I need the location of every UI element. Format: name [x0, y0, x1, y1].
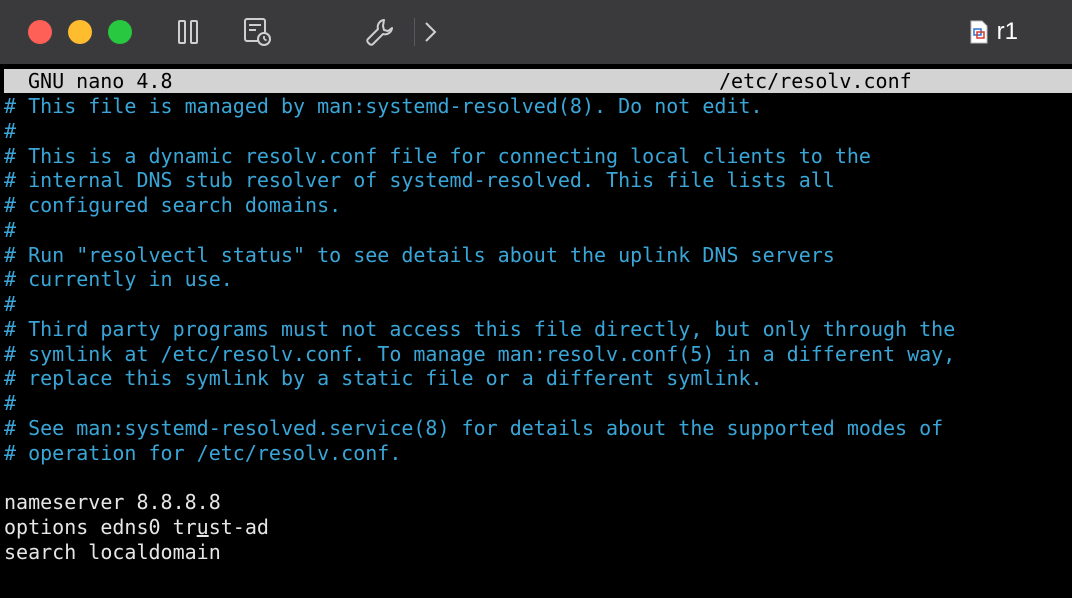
editor-line: # currently in use. — [4, 267, 233, 292]
editor-line: # See man:systemd-resolved.service(8) fo… — [4, 415, 944, 440]
editor-buffer[interactable]: # This file is managed by man:systemd-re… — [0, 94, 1072, 564]
wrench-icon[interactable] — [364, 16, 396, 48]
editor-line: # operation for /etc/resolv.conf. — [4, 440, 402, 465]
toolbar-separator — [414, 18, 415, 46]
title-bar: r1 — [0, 0, 1072, 64]
editor-line: # — [4, 292, 17, 316]
vm-name: r1 — [996, 18, 1018, 45]
nano-version: GNU nano 4.8 — [28, 69, 173, 93]
editor-line: # Run "resolvectl status" to see details… — [4, 242, 835, 267]
chevron-right-icon[interactable] — [420, 16, 440, 48]
editor-line: # — [4, 217, 17, 242]
editor-line: nameserver 8.8.8.8 — [4, 490, 221, 514]
terminal-console[interactable]: GNU nano 4.8 /etc/resolv.conf # This fil… — [0, 64, 1072, 598]
editor-line: # — [4, 118, 17, 143]
vm-window-icon — [970, 20, 988, 44]
editor-line: # Third party programs must not access t… — [4, 316, 956, 341]
editor-line: # symlink at /etc/resolv.conf. To manage… — [4, 341, 956, 366]
editor-line: # This is a dynamic resolv.conf file for… — [4, 143, 871, 168]
vm-label: r1 — [969, 17, 1018, 47]
vm-window: r1 GNU nano 4.8 /etc/resolv.conf # This … — [0, 0, 1072, 598]
editor-line: search localdomain — [4, 539, 221, 564]
editor-line: # replace this symlink by a static file … — [4, 366, 763, 391]
editor-line: options edns0 trust-ad — [4, 514, 269, 539]
nano-filename: /etc/resolv.conf — [719, 69, 912, 93]
minimize-button[interactable] — [68, 20, 92, 44]
text-cursor: u — [196, 514, 209, 539]
pause-icon[interactable] — [174, 16, 202, 48]
nano-title-bar: GNU nano 4.8 /etc/resolv.conf — [4, 69, 1072, 93]
snapshot-icon[interactable] — [240, 16, 276, 48]
zoom-button[interactable] — [108, 20, 132, 44]
editor-line: # This file is managed by man:systemd-re… — [4, 94, 763, 118]
close-button[interactable] — [28, 20, 52, 44]
editor-line: # configured search domains. — [4, 193, 342, 217]
editor-line: # — [4, 391, 17, 415]
editor-line: # internal DNS stub resolver of systemd-… — [4, 168, 835, 193]
